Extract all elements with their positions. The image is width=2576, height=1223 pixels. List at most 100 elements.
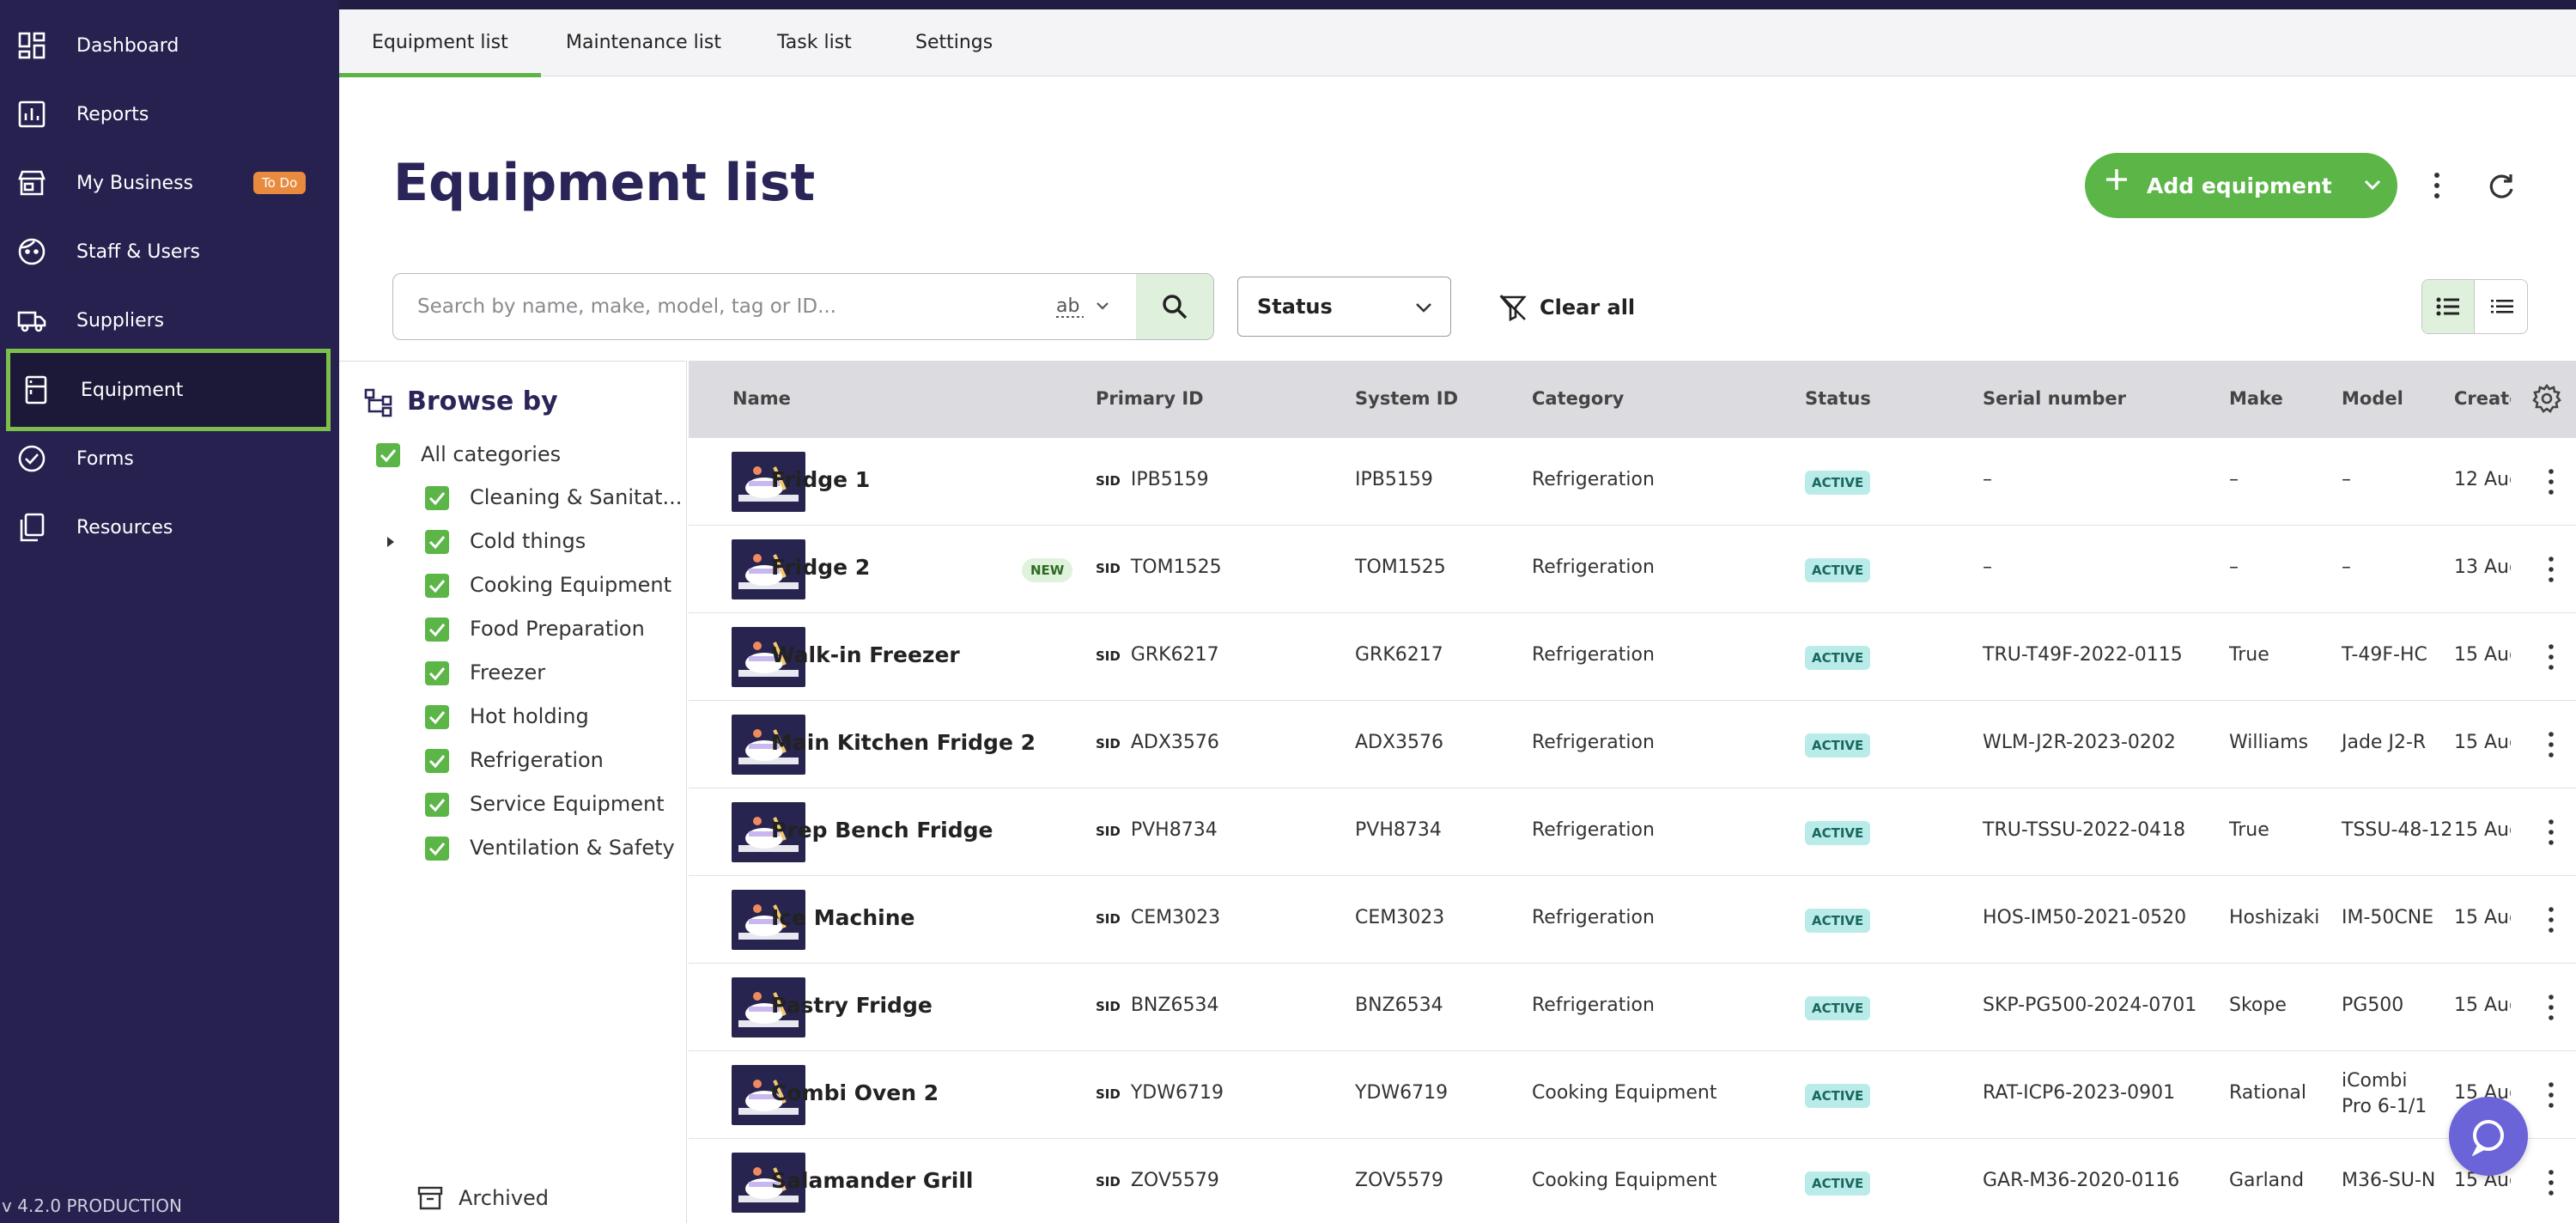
row-more-icon[interactable] [2545,1080,2557,1110]
equipment-name[interactable]: Fridge 1 [771,467,870,492]
table-row[interactable]: Combi Oven 2 SID YDW6719 YDW6719 Cooking Equ… [689,1051,2576,1139]
equipment-name[interactable]: Pastry Fridge [771,993,933,1018]
column-header-serial-number[interactable]: Serial number [1983,388,2126,409]
column-header-make[interactable]: Make [2229,388,2283,409]
table-row[interactable]: Ice Machine SID CEM3023 CEM3023 Refrigeratio… [689,876,2576,964]
checkbox-category[interactable] [425,837,449,861]
equipment-name[interactable]: Combi Oven 2 [771,1080,939,1105]
sidebar-item-dashboard[interactable]: Dashboard [0,11,339,80]
checkbox-all-categories[interactable] [376,443,400,467]
equipment-name[interactable]: Salamander Grill [771,1168,973,1193]
checkbox-category[interactable] [425,661,449,685]
match-case-toggle[interactable]: ab [1054,291,1115,322]
created-cell: 15 Aug [2454,644,2511,666]
sidebar-item-resources[interactable]: Resources [0,493,339,562]
view-toggle [2421,279,2528,334]
checkbox-category[interactable] [425,793,449,817]
clear-all-button[interactable]: Clear all [1498,292,1635,323]
table-row[interactable]: Fridge 2 NEW SID TOM1525 TOM1525 Refrigeratio… [689,526,2576,613]
row-more-icon[interactable] [2545,905,2557,934]
column-header-name[interactable]: Name [732,388,791,409]
refresh-icon[interactable] [2486,172,2517,203]
table-row[interactable]: Walk-in Freezer SID GRK6217 GRK6217 Refriger… [689,613,2576,701]
tab-settings[interactable]: Settings [915,9,993,76]
checkbox-category[interactable] [425,705,449,729]
row-more-icon[interactable] [2545,1168,2557,1197]
todo-badge: To Do [253,172,307,194]
expand-arrow-icon[interactable] [385,533,397,551]
system-id-cell: GRK6217 [1355,644,1443,666]
column-header-status[interactable]: Status [1805,388,1871,409]
sidebar-item-suppliers[interactable]: Suppliers [0,286,339,355]
archived-link[interactable]: Archived [417,1185,549,1211]
row-more-icon[interactable] [2545,993,2557,1022]
sidebar-item-my-business[interactable]: My Business To Do [0,149,339,217]
category-cell: Refrigeration [1532,819,1655,841]
add-equipment-button[interactable]: Add equipment [2085,153,2397,218]
filter-off-icon [1499,295,1527,322]
status-badge: ACTIVE [1805,909,1871,933]
row-more-icon[interactable] [2545,818,2557,847]
column-header-category[interactable]: Category [1532,388,1624,409]
sidebar-item-reports[interactable]: Reports [0,80,339,149]
checkbox-category[interactable] [425,530,449,554]
serial-number-cell: WLM-J2R-2023-0202 [1983,732,2176,753]
chevron-down-icon[interactable] [2361,173,2384,196]
equipment-name[interactable]: Ice Machine [771,905,914,930]
equipment-name[interactable]: Fridge 2 [771,555,870,580]
column-header-primary-id[interactable]: Primary ID [1096,388,1204,409]
table-row[interactable]: Prep Bench Fridge SID PVH8734 PVH8734 Refrig… [689,788,2576,876]
category-cell: Cooking Equipment [1532,1170,1717,1191]
status-dropdown[interactable]: Status [1237,277,1451,337]
system-id-cell: PVH8734 [1355,819,1442,841]
row-more-icon[interactable] [2545,467,2557,496]
sidebar-item-equipment[interactable]: Equipment [6,349,331,431]
status-badge: ACTIVE [1805,1171,1871,1196]
column-header-model[interactable]: Model [2342,388,2403,409]
sid-label: SID [1096,1086,1121,1102]
checkbox-category[interactable] [425,618,449,642]
row-more-icon[interactable] [2545,555,2557,584]
sidebar-item-staff-users[interactable]: Staff & Users [0,217,339,286]
equipment-name[interactable]: Main Kitchen Fridge 2 [771,730,1036,755]
help-chat-button[interactable] [2449,1097,2528,1176]
tab-task-list[interactable]: Task list [777,9,852,76]
add-equipment-label: Add equipment [2147,173,2332,198]
table-row[interactable]: Fridge 1 SID IPB5159 IPB5159 Refrigeration AC… [689,438,2576,526]
model-cell: – [2342,557,2351,578]
column-header-system-id[interactable]: System ID [1355,388,1458,409]
primary-id-cell: SID TOM1525 [1096,557,1222,578]
equipment-name[interactable]: Walk-in Freezer [771,642,960,667]
list-view-button[interactable] [2422,280,2475,333]
tab-equipment-list[interactable]: Equipment list [339,9,541,77]
sidebar-item-label: Suppliers [76,309,165,332]
column-header-created[interactable]: Create [2454,388,2511,409]
table-row[interactable]: Salamander Grill SID ZOV5579 ZOV5579 Cooking… [689,1139,2576,1223]
new-badge: NEW [1022,558,1073,582]
checkbox-category[interactable] [425,749,449,773]
status-badge: ACTIVE [1805,821,1871,845]
sidebar-item-forms[interactable]: Forms [0,424,339,493]
category-label: Cleaning & Sanitat... [470,485,683,509]
search-input[interactable] [417,289,1018,324]
row-more-icon[interactable] [2545,730,2557,759]
table-row[interactable]: Pastry Fridge SID BNZ6534 BNZ6534 Refrigerat… [689,964,2576,1051]
compact-view-button[interactable] [2476,280,2527,333]
more-options-icon[interactable] [2428,170,2445,201]
tab-maintenance-list[interactable]: Maintenance list [566,9,721,76]
table-row[interactable]: Main Kitchen Fridge 2 SID ADX3576 ADX3576 Re… [689,701,2576,788]
row-more-icon[interactable] [2545,642,2557,672]
gear-icon[interactable] [2531,383,2562,414]
search-button[interactable] [1136,274,1213,339]
sid-label: SID [1096,736,1121,751]
equipment-name[interactable]: Prep Bench Fridge [771,818,993,843]
sid-label: SID [1096,911,1121,927]
status-badge: ACTIVE [1805,471,1871,495]
serial-number-cell: – [1983,469,1992,490]
category-cell: Cooking Equipment [1532,1082,1717,1104]
checkbox-category[interactable] [425,486,449,510]
tree-icon [364,388,392,417]
sidebar-item-label: My Business [76,172,194,194]
checkbox-category[interactable] [425,574,449,598]
system-id-cell: ADX3576 [1355,732,1444,753]
